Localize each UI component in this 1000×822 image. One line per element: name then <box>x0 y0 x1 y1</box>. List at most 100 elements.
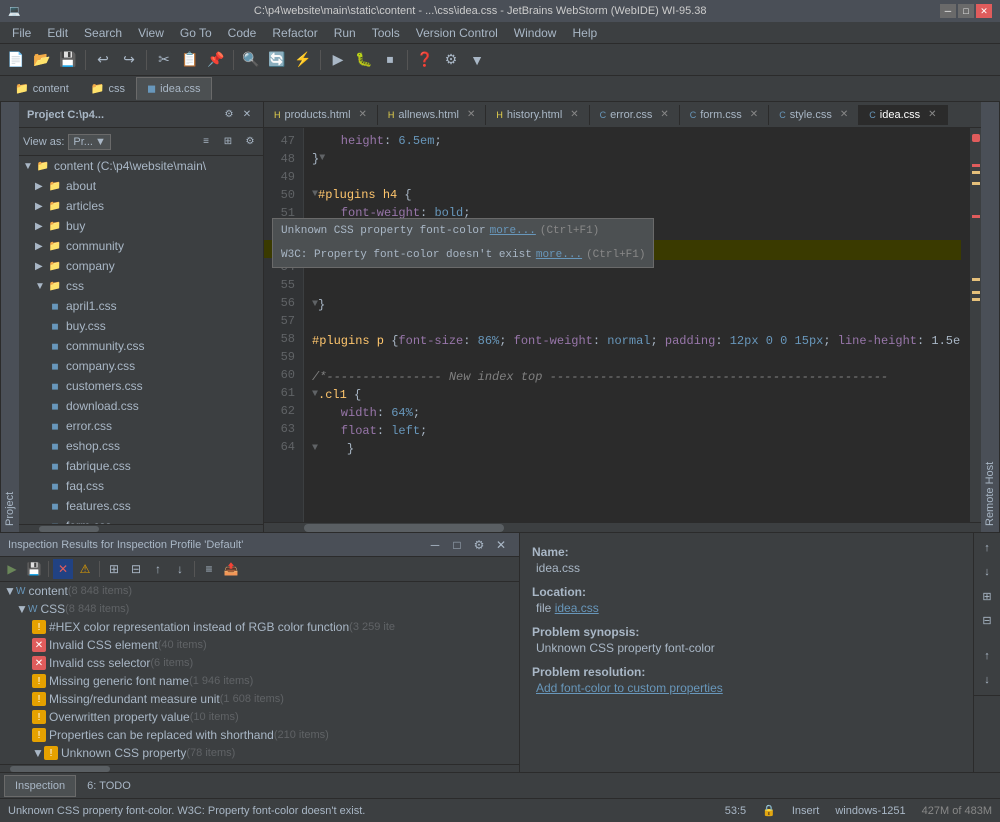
editor-tab-allnews[interactable]: H allnews.html ✕ <box>378 105 486 125</box>
tree-customerscss[interactable]: ◼ customers.css <box>19 376 263 396</box>
menu-help[interactable]: Help <box>564 24 605 42</box>
insp-btn-maximize[interactable]: □ <box>447 535 467 555</box>
tree-fabriquecss[interactable]: ◼ fabrique.css <box>19 456 263 476</box>
tree-downloadcss[interactable]: ◼ download.css <box>19 396 263 416</box>
editor-tab-formcss[interactable]: C form.css ✕ <box>680 105 769 125</box>
status-position[interactable]: 53:5 <box>725 805 746 817</box>
view-as-dropdown[interactable]: Pr... ▼ <box>68 134 110 150</box>
maximize-button[interactable]: □ <box>958 4 974 18</box>
insp-css-group[interactable]: ▼ W CSS (8 848 items) <box>0 600 519 618</box>
panel-close-btn[interactable]: ✕ <box>239 107 255 123</box>
menu-file[interactable]: File <box>4 24 39 42</box>
insp-invalid-css[interactable]: ✕ Invalid CSS element (40 items) <box>0 636 519 654</box>
menu-run[interactable]: Run <box>326 24 364 42</box>
stylecss-tab-close[interactable]: ✕ <box>840 109 848 120</box>
insp-export-btn[interactable]: 📤 <box>221 559 241 579</box>
panel-settings-btn[interactable]: ⚙ <box>221 107 237 123</box>
tree-css[interactable]: ▼ 📁 css <box>19 276 263 296</box>
insp-run-btn[interactable]: ▶ <box>2 559 22 579</box>
insp-collapse-btn[interactable]: ⊟ <box>126 559 146 579</box>
remote-host-label[interactable]: Remote Host <box>981 102 1000 532</box>
project-sidebar-label[interactable]: Project <box>0 102 19 532</box>
insp-group-btn[interactable]: ≡ <box>199 559 219 579</box>
tree-articles[interactable]: ▶ 📁 articles <box>19 196 263 216</box>
insp-save-btn[interactable]: 💾 <box>24 559 44 579</box>
tab-todo[interactable]: 6: TODO <box>76 775 142 797</box>
menu-edit[interactable]: Edit <box>39 24 76 42</box>
side-btn-1[interactable]: ↑ <box>976 537 998 559</box>
menu-window[interactable]: Window <box>506 24 565 42</box>
code-hscrollbar[interactable] <box>264 522 981 532</box>
editor-tab-stylecss[interactable]: C style.css ✕ <box>769 105 859 125</box>
tree-eshopcss[interactable]: ◼ eshop.css <box>19 436 263 456</box>
formcss-tab-close[interactable]: ✕ <box>750 109 758 120</box>
insp-root[interactable]: ▼ W content (8 848 items) <box>0 582 519 600</box>
tooltip-link-1[interactable]: more... <box>490 222 536 240</box>
tb-search2[interactable]: ⚡ <box>291 48 315 72</box>
insp-up-btn[interactable]: ↑ <box>148 559 168 579</box>
tb-save[interactable]: 💾 <box>56 48 80 72</box>
insp-filter-error[interactable]: ✕ <box>53 559 73 579</box>
top-tab-ideacss[interactable]: ◼ idea.css <box>136 77 212 100</box>
tb-paste[interactable]: 📌 <box>204 48 228 72</box>
tree-featurescss[interactable]: ◼ features.css <box>19 496 263 516</box>
menu-goto[interactable]: Go To <box>172 24 220 42</box>
insp-btn-minimize[interactable]: ─ <box>425 535 445 555</box>
insp-hex-color[interactable]: ! #HEX color representation instead of R… <box>0 618 519 636</box>
insp-invalid-selector[interactable]: ✕ Invalid css selector (6 items) <box>0 654 519 672</box>
tooltip-row-1[interactable]: Unknown CSS property font-color more... … <box>304 219 653 243</box>
insp-expand-btn[interactable]: ⊞ <box>104 559 124 579</box>
insp-missing-font[interactable]: ! Missing generic font name (1 946 items… <box>0 672 519 690</box>
tab-inspection[interactable]: Inspection <box>4 775 76 797</box>
menu-search[interactable]: Search <box>76 24 130 42</box>
tree-buycss[interactable]: ◼ buy.css <box>19 316 263 336</box>
top-tab-content[interactable]: 📁 content <box>4 77 80 100</box>
tb-replace[interactable]: 🔄 <box>265 48 289 72</box>
side-btn-2[interactable]: ↓ <box>976 561 998 583</box>
editor-tab-products[interactable]: H products.html ✕ <box>264 105 378 125</box>
tooltip-link-2[interactable]: more... <box>536 246 582 264</box>
tb-redo[interactable]: ↪ <box>117 48 141 72</box>
insp-overwritten[interactable]: ! Overwritten property value (10 items) <box>0 708 519 726</box>
tb-settings[interactable]: ⚙ <box>439 48 463 72</box>
tb-run[interactable]: ▶ <box>326 48 350 72</box>
tree-community[interactable]: ▶ 📁 community <box>19 236 263 256</box>
tree-company[interactable]: ▶ 📁 company <box>19 256 263 276</box>
products-tab-close[interactable]: ✕ <box>359 109 367 120</box>
tb-more[interactable]: ▼ <box>465 48 489 72</box>
tree-settings-btn[interactable]: ⚙ <box>241 133 259 151</box>
insp-down-btn[interactable]: ↓ <box>170 559 190 579</box>
menu-tools[interactable]: Tools <box>364 24 408 42</box>
menu-view[interactable]: View <box>130 24 172 42</box>
tree-errorcss[interactable]: ◼ error.css <box>19 416 263 436</box>
menu-code[interactable]: Code <box>220 24 265 42</box>
resolution-link[interactable]: Add font-color to custom properties <box>536 681 723 695</box>
close-button[interactable]: ✕ <box>976 4 992 18</box>
tree-root[interactable]: ▼ 📁 content (C:\p4\website\main\ <box>19 156 263 176</box>
tree-about[interactable]: ▶ 📁 about <box>19 176 263 196</box>
top-tab-css[interactable]: 📁 css <box>80 77 136 100</box>
tree-collapse-btn[interactable]: ≡ <box>197 133 215 151</box>
allnews-tab-close[interactable]: ✕ <box>467 109 475 120</box>
errorcss-tab-close[interactable]: ✕ <box>660 109 668 120</box>
insp-filter-warn[interactable]: ⚠ <box>75 559 95 579</box>
status-encoding[interactable]: windows-1251 <box>835 805 905 817</box>
tree-faqcss[interactable]: ◼ faq.css <box>19 476 263 496</box>
tree-expand-btn[interactable]: ⊞ <box>219 133 237 151</box>
tree-communitycss[interactable]: ◼ community.css <box>19 336 263 356</box>
side-btn-4[interactable]: ⊟ <box>976 609 998 631</box>
insp-btn-close[interactable]: ✕ <box>491 535 511 555</box>
tb-cut[interactable]: ✂ <box>152 48 176 72</box>
editor-tab-errorcss[interactable]: C error.css ✕ <box>590 105 680 125</box>
tb-help[interactable]: ❓ <box>413 48 437 72</box>
tb-undo[interactable]: ↩ <box>91 48 115 72</box>
tb-copy[interactable]: 📋 <box>178 48 202 72</box>
insp-missing-measure[interactable]: ! Missing/redundant measure unit (1 608 … <box>0 690 519 708</box>
tree-companycss[interactable]: ◼ company.css <box>19 356 263 376</box>
insp-shorthand[interactable]: ! Properties can be replaced with shorth… <box>0 726 519 744</box>
tb-search[interactable]: 🔍 <box>239 48 263 72</box>
menu-vcs[interactable]: Version Control <box>408 24 506 42</box>
history-tab-close[interactable]: ✕ <box>570 109 578 120</box>
ideacss-tab-close[interactable]: ✕ <box>928 109 936 120</box>
tooltip-row-2[interactable]: W3C: Property font-color doesn't exist m… <box>304 243 653 267</box>
